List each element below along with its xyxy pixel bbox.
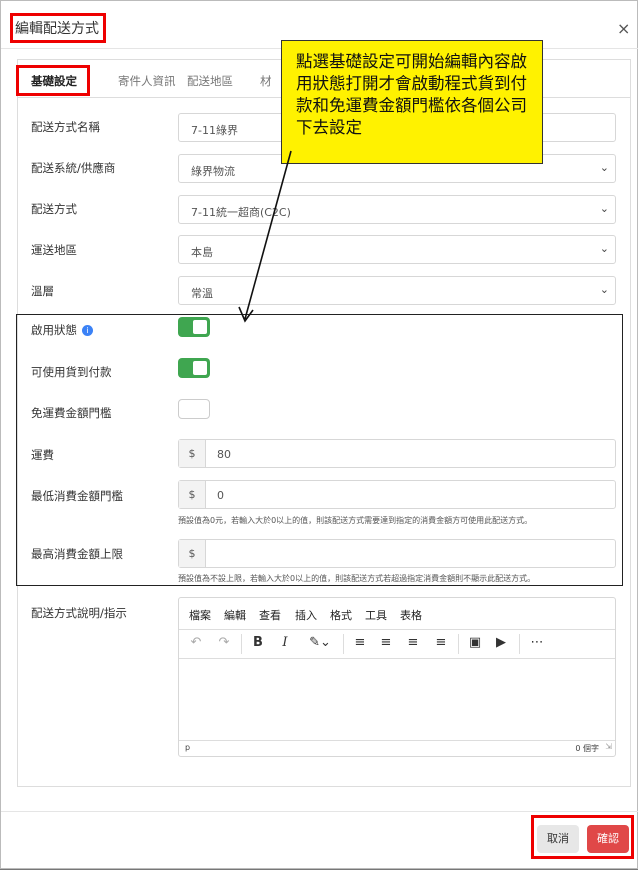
menu-view[interactable]: 查看 — [259, 607, 281, 623]
menu-format[interactable]: 格式 — [330, 607, 352, 623]
method-select[interactable]: 7-11統一超商(C2C) ⌄ — [178, 195, 616, 224]
align-right-icon[interactable]: ≡ — [404, 635, 422, 650]
toggle-knob — [193, 361, 207, 375]
tab-sender[interactable]: 寄件人資訊 — [118, 73, 176, 89]
min-input[interactable]: $0 — [178, 480, 616, 509]
italic-icon[interactable]: I — [276, 635, 294, 650]
footer-divider — [1, 811, 638, 812]
undo-icon[interactable]: ↶ — [187, 635, 205, 650]
redo-icon[interactable]: ↷ — [215, 635, 233, 650]
cod-toggle[interactable] — [178, 358, 210, 378]
max-input[interactable]: $ — [178, 539, 616, 568]
highlight-color-icon[interactable]: ✎⌄ — [304, 635, 336, 650]
status-label-text: 啟用狀態 — [31, 323, 77, 337]
status-toggle[interactable] — [178, 317, 210, 337]
menu-file[interactable]: 檔案 — [189, 607, 211, 623]
system-label: 配送系統/供應商 — [31, 161, 116, 175]
temp-label: 溫層 — [31, 284, 54, 298]
fee-value: 80 — [217, 448, 231, 461]
temp-value: 常溫 — [191, 287, 213, 300]
align-center-icon[interactable]: ≡ — [377, 635, 395, 650]
temp-select[interactable]: 常溫 ⌄ — [178, 276, 616, 305]
chevron-down-icon: ⌄ — [599, 202, 609, 215]
info-icon[interactable]: i — [82, 325, 93, 336]
tab-region[interactable]: 配送地區 — [187, 73, 233, 89]
close-icon[interactable]: × — [617, 19, 630, 38]
instruction-callout: 點選基礎設定可開始編輯內容啟用狀態打開才會啟動程式貨到付款和免運費金額門檻依各個… — [281, 40, 543, 164]
media-icon[interactable]: ▶ — [492, 635, 510, 650]
desc-label: 配送方式說明/指示 — [31, 606, 127, 620]
edit-shipping-modal: 編輯配送方式 × 基礎設定 寄件人資訊 配送地區 材 配送方式名稱 7-11綠界… — [0, 0, 638, 869]
max-label: 最高消費金額上限 — [31, 547, 123, 561]
tab-highlight-box — [16, 65, 90, 96]
region-value: 本島 — [191, 246, 213, 259]
region-label: 運送地區 — [31, 243, 77, 257]
min-help-text: 預設值為0元，若輸入大於0以上的值，則該配送方式需要達到指定的消費金額方可使用此… — [178, 516, 533, 525]
resize-handle-icon[interactable]: ⇲ — [605, 742, 612, 751]
chevron-down-icon: ⌄ — [599, 283, 609, 296]
confirm-button[interactable]: 確認 — [587, 825, 629, 853]
tab-material[interactable]: 材 — [260, 73, 272, 89]
region-select[interactable]: 本島 ⌄ — [178, 235, 616, 264]
image-icon[interactable]: ▣ — [466, 635, 484, 650]
currency-addon: $ — [179, 540, 206, 567]
editor-menubar: 檔案 編輯 查看 插入 格式 工具 表格 — [179, 598, 615, 630]
name-value: 7-11綠界 — [191, 124, 238, 137]
min-label: 最低消費金額門檻 — [31, 489, 123, 503]
menu-tools[interactable]: 工具 — [365, 607, 387, 623]
rich-text-editor: 檔案 編輯 查看 插入 格式 工具 表格 ↶ ↷ B I ✎⌄ ≡ ≡ ≡ ≡ … — [178, 597, 616, 757]
more-icon[interactable]: ⋯ — [528, 635, 546, 650]
toggle-knob — [193, 320, 207, 334]
editor-toolbar: ↶ ↷ B I ✎⌄ ≡ ≡ ≡ ≡ ▣ ▶ ⋯ — [179, 630, 615, 659]
status-label: 啟用狀態 i — [31, 322, 93, 338]
element-path: p — [185, 743, 191, 752]
max-help-text: 預設值為不設上限，若輸入大於0以上的值，則該配送方式若超過指定消費金額則不顯示此… — [178, 574, 536, 583]
toolbar-separator — [241, 634, 242, 654]
bold-icon[interactable]: B — [249, 635, 267, 650]
chevron-down-icon: ⌄ — [599, 242, 609, 255]
align-justify-icon[interactable]: ≡ — [432, 635, 450, 650]
currency-addon: $ — [179, 440, 206, 467]
menu-table[interactable]: 表格 — [400, 607, 422, 623]
chevron-down-icon: ⌄ — [599, 161, 609, 174]
cod-label: 可使用貨到付款 — [31, 365, 112, 379]
menu-edit[interactable]: 編輯 — [224, 607, 246, 623]
method-value: 7-11統一超商(C2C) — [191, 206, 291, 219]
word-count: 0 個字 — [575, 744, 599, 753]
system-value: 綠界物流 — [191, 165, 235, 178]
align-left-icon[interactable]: ≡ — [351, 635, 369, 650]
toolbar-separator — [343, 634, 344, 654]
currency-addon: $ — [179, 481, 206, 508]
min-value: 0 — [217, 489, 224, 502]
fee-input[interactable]: $80 — [178, 439, 616, 468]
title-highlight-box — [10, 13, 106, 43]
toolbar-separator — [519, 634, 520, 654]
editor-statusbar: p 0 個字 ⇲ — [179, 740, 615, 756]
fee-label: 運費 — [31, 448, 54, 462]
method-label: 配送方式 — [31, 202, 77, 216]
free-toggle[interactable] — [178, 399, 210, 419]
cancel-button[interactable]: 取消 — [537, 825, 579, 853]
toolbar-separator — [458, 634, 459, 654]
menu-insert[interactable]: 插入 — [295, 607, 317, 623]
free-label: 免運費金額門檻 — [31, 406, 112, 420]
name-label: 配送方式名稱 — [31, 120, 100, 134]
